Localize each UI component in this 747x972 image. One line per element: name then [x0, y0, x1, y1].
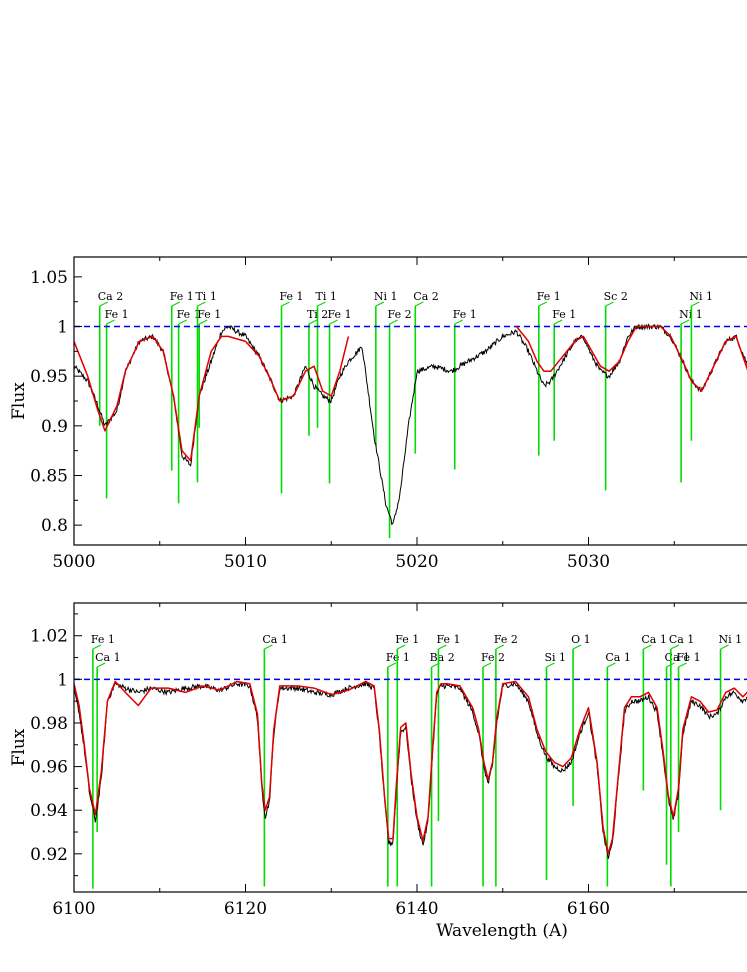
x-tick-label: 5000 [52, 552, 95, 572]
line-marker-label: Ni 1 [719, 633, 743, 646]
y-axis-label: Flux [9, 382, 29, 420]
y-tick-label: 0.94 [30, 801, 68, 821]
x-tick-label: 6160 [567, 899, 610, 919]
line-marker-label: Ni 1 [689, 290, 713, 303]
line-marker-label: Fe 1 [197, 308, 221, 321]
panel-1: Ca 2Fe 1Fe 1Fe 1Ti 1Fe 1Fe 1Ti 2Ti 1Fe 1… [9, 256, 747, 572]
plot-area: Fe 1Ca 1Ca 1Fe 1Fe 1Ba 2Fe 1Fe 2Fe 2Si 1… [74, 633, 747, 889]
plot-frame [73, 602, 747, 893]
line-marker-label: Ti 1 [195, 290, 216, 303]
line-marker-label: Fe 1 [91, 633, 115, 646]
y-tick-label: 0.9 [41, 417, 68, 437]
model-spectrum [74, 325, 747, 462]
line-marker-label: Fe 2 [494, 633, 518, 646]
line-marker-label: Fe 1 [552, 308, 576, 321]
line-marker-label: Ca 1 [641, 633, 666, 646]
y-tick-label: 0.96 [30, 758, 68, 778]
line-marker-label: Fe 1 [170, 290, 194, 303]
line-marker-label: Ca 2 [413, 290, 438, 303]
x-tick-label: 5010 [224, 552, 267, 572]
line-marker-label: Si 1 [544, 651, 566, 664]
x-tick-label: 6120 [224, 899, 267, 919]
x-axis-label: Wavelength (A) [436, 921, 568, 941]
spectrum-figure: Ca 2 Fe 1 Fe 1 Fe 1 Ti 1 Fe 1 Fe 1 Ti 2 Ti 1 Fe 1… [0, 0, 747, 967]
observed-spectrum [74, 323, 747, 526]
y-axis-label: Flux [9, 728, 29, 766]
x-tick-label: 6140 [395, 899, 438, 919]
line-marker-label: Fe 2 [481, 651, 505, 664]
line-marker-label: Ca 1 [669, 633, 694, 646]
y-tick-label: 0.8 [41, 516, 68, 536]
y-tick-label: 0.92 [30, 845, 68, 865]
model-spectrum [74, 680, 747, 855]
line-marker-label: Ca 1 [262, 633, 287, 646]
line-marker-label: Ca 1 [95, 651, 120, 664]
line-marker-label: Ca 2 [98, 290, 123, 303]
line-marker-label: Fe 1 [436, 633, 460, 646]
line-markers: Fe 1Ca 1Ca 1Fe 1Fe 1Ba 2Fe 1Fe 2Fe 2Si 1… [91, 633, 742, 889]
plot-area: Ca 2Fe 1Fe 1Fe 1Ti 1Fe 1Fe 1Ti 2Ti 1Fe 1… [74, 290, 747, 539]
x-tick-label: 5030 [567, 552, 610, 572]
line-marker-label: O 1 [571, 633, 591, 646]
panel-2: Fe 1Ca 1Ca 1Fe 1Fe 1Ba 2Fe 1Fe 2Fe 2Si 1… [9, 602, 747, 941]
y-tick-label: 1 [57, 670, 68, 690]
line-marker-label: Fe 1 [453, 308, 477, 321]
y-tick-label: 0.95 [30, 367, 68, 387]
line-marker-label: Sc 2 [604, 290, 628, 303]
line-marker-label: Ni 1 [374, 290, 398, 303]
line-marker-label: Fe 2 [388, 308, 412, 321]
x-tick-label: 5020 [395, 552, 438, 572]
line-marker-label: Fe 1 [395, 633, 419, 646]
line-marker-label: Fe 1 [105, 308, 129, 321]
y-tick-label: 1.05 [30, 268, 68, 288]
y-tick-label: 1.02 [30, 627, 68, 647]
line-marker-label: Ti 1 [316, 290, 337, 303]
y-tick-label: 1 [57, 318, 68, 338]
spectrum-chart: Ca 2Fe 1Fe 1Fe 1Ti 1Fe 1Fe 1Ti 2Ti 1Fe 1… [9, 256, 747, 941]
line-marker-label: Ca 1 [605, 651, 630, 664]
y-tick-label: 0.98 [30, 714, 68, 734]
line-marker-label: Ba 2 [430, 651, 455, 664]
line-marker-label: Fe 1 [537, 290, 561, 303]
y-tick-label: 0.85 [30, 466, 68, 486]
line-marker-label: Fe 1 [328, 308, 352, 321]
line-marker-label: Fe 1 [280, 290, 304, 303]
line-marker-label: Fe 1 [677, 651, 701, 664]
x-tick-label: 6100 [52, 899, 95, 919]
